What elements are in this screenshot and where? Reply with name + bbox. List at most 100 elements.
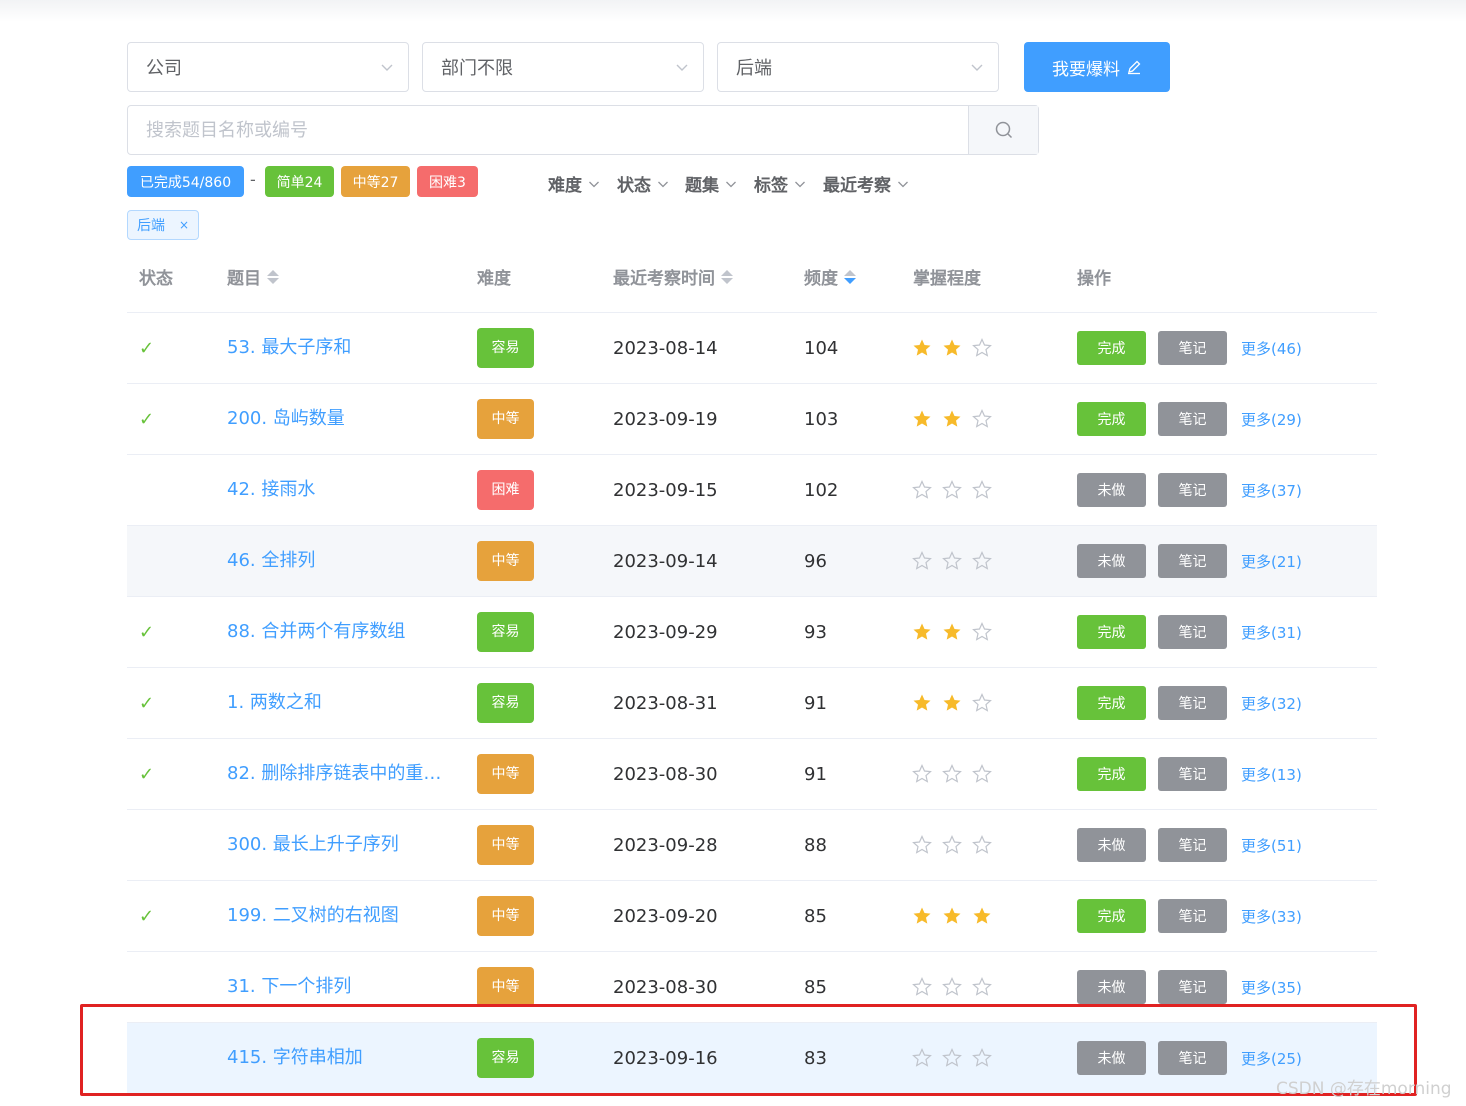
star-filled-icon[interactable] [942,622,962,642]
mastery-rating[interactable] [912,668,992,738]
more-link[interactable]: 更多(46) [1241,338,1302,359]
collection-filter-dropdown[interactable]: 题集 [685,171,737,196]
star-empty-icon[interactable] [972,693,992,713]
table-row[interactable]: ✓ 199. 二叉树的右视图 中等 2023-09-20 85 完成 笔记 更多(33) [127,880,1377,951]
recent-filter-dropdown[interactable]: 最近考察 [823,171,909,196]
star-filled-icon[interactable] [942,338,962,358]
star-empty-icon[interactable] [972,409,992,429]
close-icon[interactable]: × [179,218,189,232]
star-empty-icon[interactable] [912,480,932,500]
note-button[interactable]: 笔记 [1158,970,1227,1004]
status-toggle-button[interactable]: 完成 [1077,402,1146,436]
question-title-link[interactable]: 42. 接雨水 [227,455,457,525]
star-empty-icon[interactable] [912,551,932,571]
more-link[interactable]: 更多(25) [1241,1048,1302,1069]
mastery-rating[interactable] [912,1023,992,1093]
more-link[interactable]: 更多(33) [1241,906,1302,927]
note-button[interactable]: 笔记 [1158,615,1227,649]
note-button[interactable]: 笔记 [1158,1041,1227,1075]
star-filled-icon[interactable] [972,906,992,926]
column-header-title[interactable]: 题目 [227,264,279,289]
table-row[interactable]: ✓ 53. 最大子序和 容易 2023-08-14 104 完成 笔记 更多(46) [127,312,1377,383]
status-toggle-button[interactable]: 完成 [1077,757,1146,791]
mastery-rating[interactable] [912,313,992,383]
direction-select[interactable]: 后端 [717,42,999,92]
star-filled-icon[interactable] [912,906,932,926]
star-empty-icon[interactable] [912,977,932,997]
star-empty-icon[interactable] [972,338,992,358]
question-title-link[interactable]: 31. 下一个排列 [227,952,457,1022]
note-button[interactable]: 笔记 [1158,899,1227,933]
column-header-frequency[interactable]: 频度 [804,264,856,289]
company-select[interactable]: 公司 [127,42,409,92]
star-empty-icon[interactable] [972,1048,992,1068]
more-link[interactable]: 更多(35) [1241,977,1302,998]
note-button[interactable]: 笔记 [1158,686,1227,720]
table-row[interactable]: 300. 最长上升子序列 中等 2023-09-28 88 未做 笔记 更多(51) [127,809,1377,880]
star-empty-icon[interactable] [972,480,992,500]
star-filled-icon[interactable] [912,338,932,358]
status-toggle-button[interactable]: 未做 [1077,544,1146,578]
column-header-recent-time[interactable]: 最近考察时间 [613,264,733,289]
question-title-link[interactable]: 53. 最大子序和 [227,313,457,383]
star-filled-icon[interactable] [942,906,962,926]
star-empty-icon[interactable] [912,835,932,855]
star-empty-icon[interactable] [942,480,962,500]
tags-filter-dropdown[interactable]: 标签 [754,171,806,196]
star-empty-icon[interactable] [972,977,992,997]
star-empty-icon[interactable] [912,1048,932,1068]
search-input[interactable] [128,106,968,154]
question-title-link[interactable]: 1. 两数之和 [227,668,457,738]
table-row[interactable]: ✓ 82. 删除排序链表中的重复... 中等 2023-08-30 91 完成 笔记 更多(1… [127,738,1377,809]
star-empty-icon[interactable] [972,835,992,855]
status-toggle-button[interactable]: 未做 [1077,828,1146,862]
status-toggle-button[interactable]: 完成 [1077,615,1146,649]
sort-icon[interactable] [721,269,733,284]
search-button[interactable] [968,106,1038,154]
star-filled-icon[interactable] [912,409,932,429]
question-title-link[interactable]: 300. 最长上升子序列 [227,810,457,880]
status-toggle-button[interactable]: 未做 [1077,1041,1146,1075]
question-title-link[interactable]: 199. 二叉树的右视图 [227,881,457,951]
star-empty-icon[interactable] [972,551,992,571]
mastery-rating[interactable] [912,952,992,1022]
star-empty-icon[interactable] [972,622,992,642]
table-row[interactable]: ✓ 1. 两数之和 容易 2023-08-31 91 完成 笔记 更多(32) [127,667,1377,738]
star-filled-icon[interactable] [912,693,932,713]
star-empty-icon[interactable] [942,764,962,784]
note-button[interactable]: 笔记 [1158,544,1227,578]
question-title-link[interactable]: 200. 岛屿数量 [227,384,457,454]
note-button[interactable]: 笔记 [1158,757,1227,791]
star-empty-icon[interactable] [942,551,962,571]
difficulty-filter-dropdown[interactable]: 难度 [548,171,600,196]
table-row[interactable]: 42. 接雨水 困难 2023-09-15 102 未做 笔记 更多(37) [127,454,1377,525]
star-empty-icon[interactable] [972,764,992,784]
status-toggle-button[interactable]: 未做 [1077,473,1146,507]
note-button[interactable]: 笔记 [1158,402,1227,436]
mastery-rating[interactable] [912,739,992,809]
sort-icon[interactable] [267,269,279,284]
report-button[interactable]: 我要爆料 [1024,42,1170,92]
more-link[interactable]: 更多(29) [1241,409,1302,430]
star-filled-icon[interactable] [942,409,962,429]
note-button[interactable]: 笔记 [1158,331,1227,365]
note-button[interactable]: 笔记 [1158,828,1227,862]
star-empty-icon[interactable] [942,835,962,855]
table-row[interactable]: 415. 字符串相加 容易 2023-09-16 83 未做 笔记 更多(25) [127,1022,1377,1093]
table-row[interactable]: 31. 下一个排列 中等 2023-08-30 85 未做 笔记 更多(35) [127,951,1377,1022]
more-link[interactable]: 更多(51) [1241,835,1302,856]
sort-descending-icon[interactable] [844,269,856,284]
more-link[interactable]: 更多(37) [1241,480,1302,501]
note-button[interactable]: 笔记 [1158,473,1227,507]
status-filter-dropdown[interactable]: 状态 [617,171,669,196]
star-filled-icon[interactable] [912,622,932,642]
department-select[interactable]: 部门不限 [422,42,704,92]
question-title-link[interactable]: 46. 全排列 [227,526,457,596]
star-empty-icon[interactable] [942,977,962,997]
more-link[interactable]: 更多(21) [1241,551,1302,572]
more-link[interactable]: 更多(13) [1241,764,1302,785]
status-toggle-button[interactable]: 未做 [1077,970,1146,1004]
mastery-rating[interactable] [912,881,992,951]
question-title-link[interactable]: 88. 合并两个有序数组 [227,597,457,667]
status-toggle-button[interactable]: 完成 [1077,686,1146,720]
